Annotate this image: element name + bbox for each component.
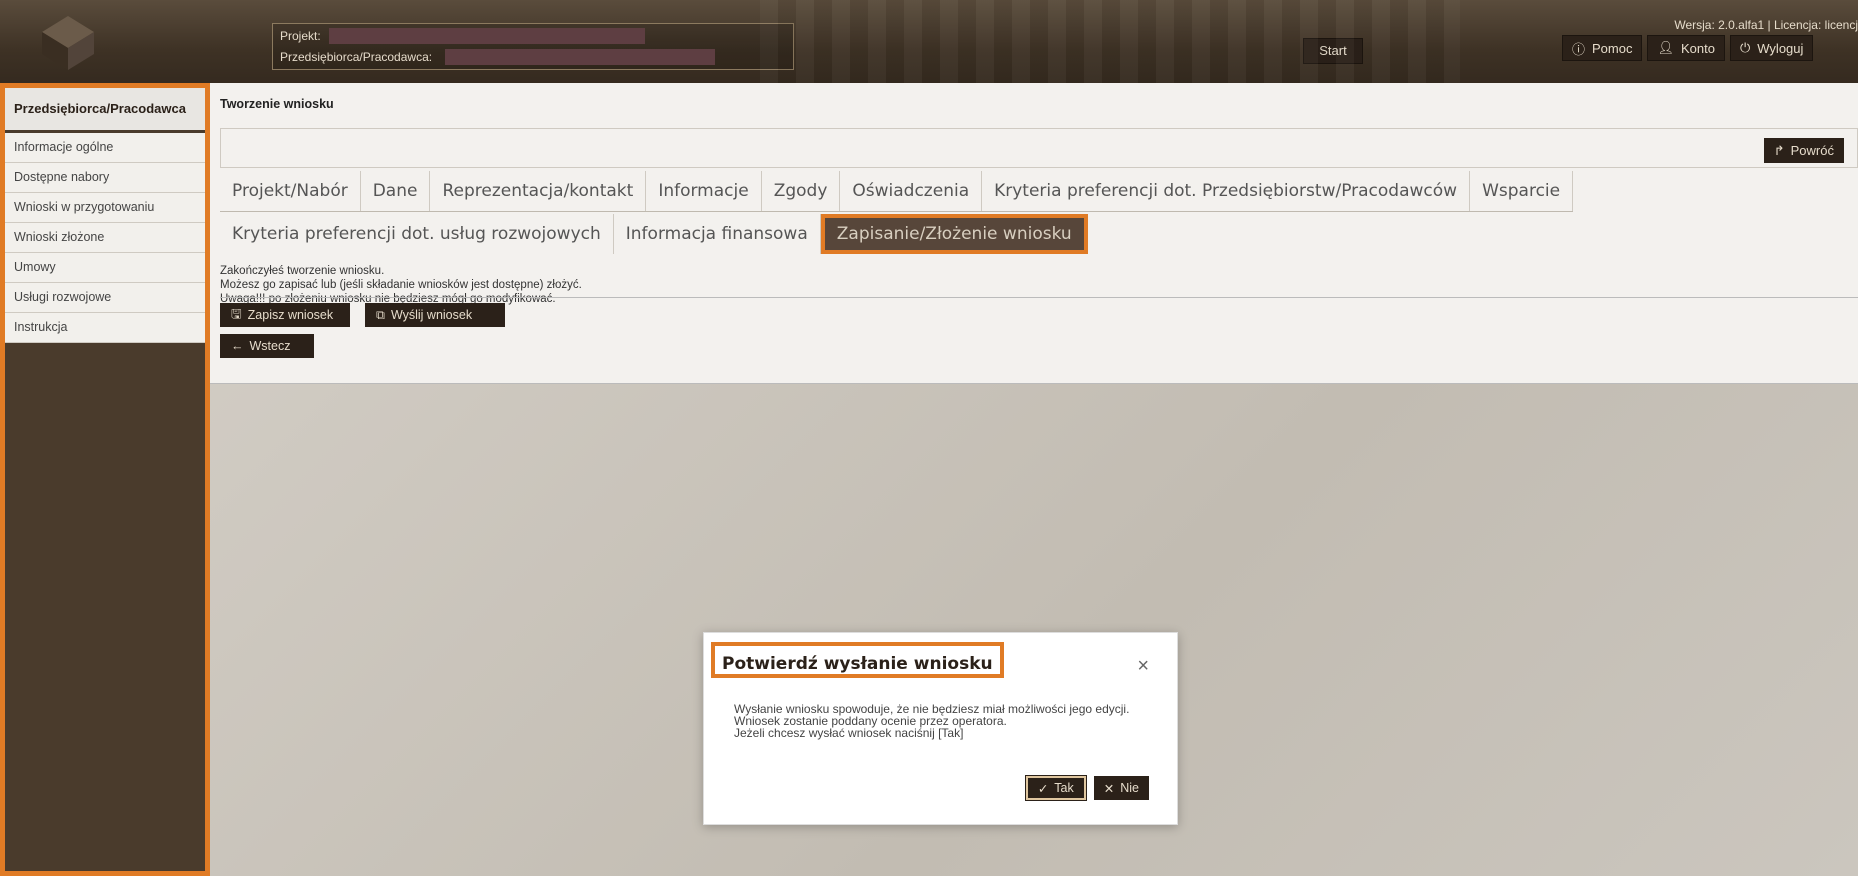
sidebar-title: Przedsiębiorca/Pracodawca (5, 88, 205, 133)
help-button[interactable]: ⓘ Pomoc (1562, 35, 1643, 61)
check-icon: ✓ (1037, 781, 1049, 796)
tab-kryteria-przedsiebiorstw[interactable]: Kryteria preferencji dot. Przedsiębiorst… (982, 171, 1471, 211)
floppy-disk-icon: 🖫 (231, 306, 242, 321)
account-button[interactable]: 👤︎ Konto (1647, 35, 1725, 61)
sidebar-item-instrukcja[interactable]: Instrukcja (5, 313, 205, 343)
back-button[interactable]: ↱ Powróć (1763, 138, 1844, 163)
info-icon: ⓘ (1572, 41, 1586, 57)
tab-dane[interactable]: Dane (361, 171, 431, 211)
tab-reprezentacja-kontakt[interactable]: Reprezentacja/kontakt (430, 171, 647, 211)
tab-zapisanie-zlozenie[interactable]: Zapisanie/Złożenie wniosku (820, 214, 1088, 254)
sidebar-menu: Informacje ogólne Dostępne nabory Wniosk… (5, 133, 205, 343)
x-icon: ✕ (1103, 781, 1115, 796)
start-button[interactable]: Start (1303, 38, 1363, 64)
save-application-button[interactable]: 🖫 Zapisz wniosek (220, 303, 350, 327)
confirm-yes-button[interactable]: ✓ Tak (1025, 776, 1086, 800)
close-icon[interactable]: × (1137, 655, 1149, 678)
tabs-row-1: Projekt/Nabór Dane Reprezentacja/kontakt… (220, 171, 1574, 212)
save-label: Zapisz wniosek (247, 308, 334, 322)
sidebar-item-uslugi-rozwojowe[interactable]: Usługi rozwojowe (5, 283, 205, 313)
power-icon: ⏻ (1739, 40, 1751, 55)
info-line: Możesz go zapisać lub (jeśli składanie w… (220, 279, 582, 291)
sidebar-item-informacje-ogolne[interactable]: Informacje ogólne (5, 133, 205, 163)
toolbar: ↱ Powróć (220, 128, 1858, 168)
user-icon: 👤︎ (1657, 40, 1674, 55)
top-header: Projekt: Przedsiębiorca/Pracodawca: Star… (0, 0, 1858, 84)
tab-informacje[interactable]: Informacje (646, 171, 762, 211)
logout-label: Wyloguj (1757, 40, 1804, 56)
tab-informacja-finansowa[interactable]: Informacja finansowa (614, 214, 821, 254)
logout-button[interactable]: ⏻ Wyloguj (1729, 35, 1814, 61)
info-line: Zakończyłeś tworzenie wniosku. (220, 265, 385, 277)
previous-button[interactable]: ← Wstecz (220, 334, 314, 358)
divider (220, 297, 1858, 298)
tab-projekt-nabor[interactable]: Projekt/Nabór (220, 171, 361, 211)
external-link-icon: ⧉ (376, 307, 385, 322)
arrow-left-icon: ← (231, 339, 244, 353)
tab-zgody[interactable]: Zgody (762, 171, 841, 211)
back-label: Powróć (1790, 143, 1834, 158)
dialog-title: Potwierdź wysłanie wniosku (711, 642, 1004, 678)
dialog-line: Jeżeli chcesz wysłać wniosek naciśnij [T… (734, 726, 964, 740)
help-label: Pomoc (1592, 40, 1633, 56)
employer-label: Przedsiębiorca/Pracodawca: (280, 50, 433, 64)
send-application-button[interactable]: ⧉ Wyślij wniosek (365, 303, 505, 327)
project-info-box: Projekt: Przedsiębiorca/Pracodawca: (272, 23, 794, 70)
return-arrow-icon: ↱ (1773, 142, 1785, 158)
account-label: Konto (1681, 40, 1715, 56)
no-label: Nie (1120, 781, 1139, 795)
info-message: Zakończyłeś tworzenie wniosku. Możesz go… (220, 264, 582, 306)
send-label: Wyślij wniosek (390, 308, 473, 322)
confirm-no-button[interactable]: ✕ Nie (1093, 776, 1149, 800)
sidebar: Przedsiębiorca/Pracodawca Informacje ogó… (0, 83, 210, 876)
dialog-message: Wysłanie wniosku spowoduje, że nie będzi… (734, 703, 1129, 739)
app-logo-icon[interactable] (38, 12, 98, 72)
tab-kryteria-uslug[interactable]: Kryteria preferencji dot. usług rozwojow… (220, 214, 614, 254)
confirm-send-dialog: Potwierdź wysłanie wniosku × Wysłanie wn… (703, 632, 1178, 825)
yes-label: Tak (1054, 781, 1074, 795)
previous-label: Wstecz (249, 339, 291, 353)
tab-wsparcie[interactable]: Wsparcie (1470, 171, 1574, 211)
project-label: Projekt: (280, 29, 321, 43)
version-text: Wersja: 2.0.alfa1 | Licencja: licencj (1674, 18, 1858, 32)
page-title: Tworzenie wniosku (220, 97, 334, 111)
tabs-row-2: Kryteria preferencji dot. usług rozwojow… (220, 214, 1088, 254)
sidebar-item-umowy[interactable]: Umowy (5, 253, 205, 283)
sidebar-item-wnioski-zlozone[interactable]: Wnioski złożone (5, 223, 205, 253)
tab-oswiadczenia[interactable]: Oświadczenia (840, 171, 983, 211)
employer-value (445, 49, 715, 65)
dialog-buttons: ✓ Tak ✕ Nie (1025, 776, 1149, 800)
project-value (329, 28, 645, 44)
sidebar-item-dostepne-nabory[interactable]: Dostępne nabory (5, 163, 205, 193)
sidebar-item-wnioski-w-przygotowaniu[interactable]: Wnioski w przygotowaniu (5, 193, 205, 223)
header-buttons: ⓘ Pomoc 👤︎ Konto ⏻ Wyloguj (1562, 35, 1814, 61)
form-panel: Tworzenie wniosku ↱ Powróć Projekt/Nabór… (210, 83, 1858, 384)
